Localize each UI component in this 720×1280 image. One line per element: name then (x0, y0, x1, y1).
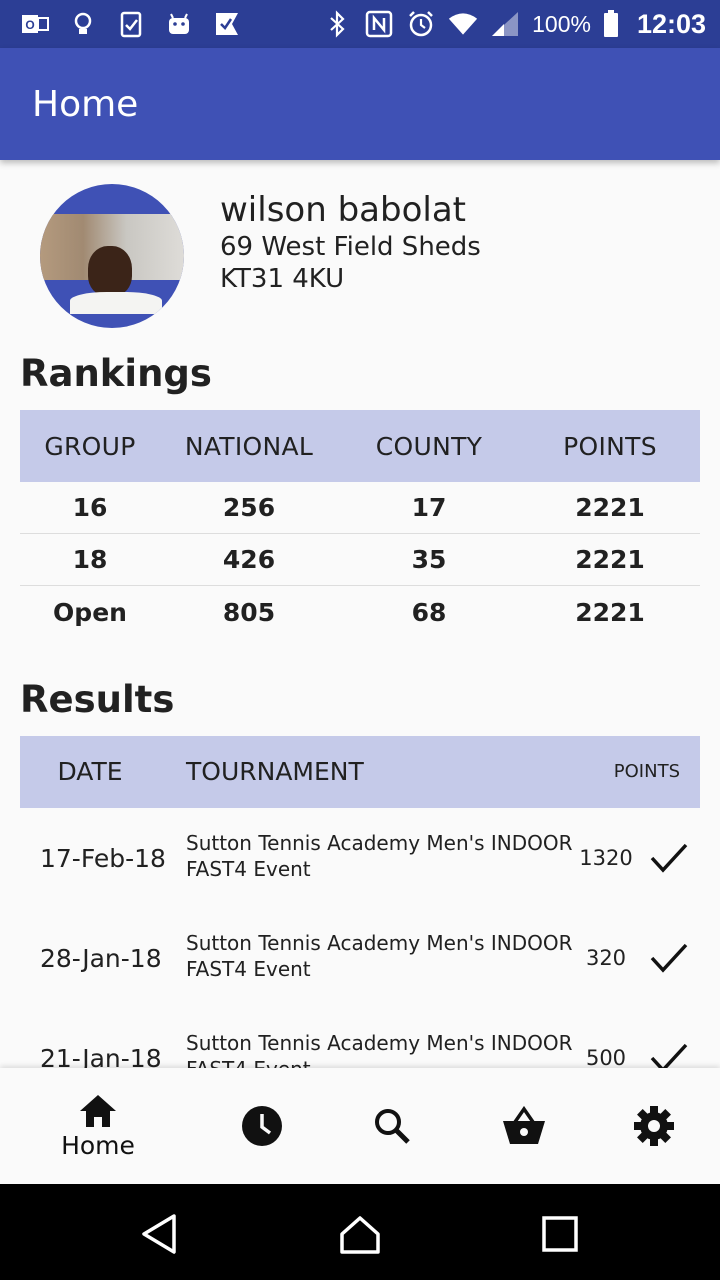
outlook-icon: O (20, 9, 50, 39)
rankings-header-national: NATIONAL (184, 431, 314, 461)
recents-icon[interactable] (538, 1212, 582, 1256)
battery-icon (603, 9, 619, 39)
table-row: 18 426 35 2221 (20, 534, 700, 586)
results-header-row: DATE TOURNAMENT POINTS (20, 736, 700, 808)
rankings-title: Rankings (20, 352, 212, 395)
nav-settings[interactable] (624, 1068, 684, 1184)
rankings-cell-county: 35 (411, 545, 447, 574)
flag-check-icon (212, 9, 242, 39)
rankings-cell-group: Open (53, 597, 127, 627)
results-header-date: DATE (57, 757, 123, 786)
results-header-points: POINTS (613, 761, 680, 782)
list-item[interactable]: 28-Jan-18 Sutton Tennis Academy Men's IN… (0, 908, 720, 1008)
rankings-cell-group: 16 (72, 493, 108, 522)
result-date: 28-Jan-18 (40, 944, 162, 973)
list-item[interactable]: 21-Jan-18 Sutton Tennis Academy Men's IN… (0, 1008, 720, 1068)
rankings-cell-national: 805 (222, 597, 276, 627)
profile-name: wilson babolat (220, 190, 466, 230)
check-icon (650, 943, 688, 973)
nav-search[interactable] (362, 1068, 422, 1184)
rankings-header-points: POINTS (563, 431, 657, 461)
nav-history[interactable] (232, 1068, 292, 1184)
rankings-cell-points: 2221 (575, 545, 645, 574)
result-date: 21-Jan-18 (40, 1044, 162, 1068)
result-points: 1320 (579, 846, 633, 870)
results-title: Results (20, 678, 175, 721)
clock-icon (242, 1106, 282, 1146)
avatar[interactable] (40, 184, 184, 328)
avatar-head (88, 246, 132, 296)
alarm-icon (406, 9, 436, 39)
back-icon[interactable] (138, 1212, 182, 1256)
page-title: Home (32, 83, 139, 125)
result-points: 500 (585, 1046, 627, 1068)
rankings-cell-group: 18 (72, 545, 108, 574)
rankings-cell-points: 2221 (575, 493, 645, 522)
system-nav-bar (0, 1184, 720, 1280)
clipboard-check-icon (116, 9, 146, 39)
result-tournament: Sutton Tennis Academy Men's INDOOR FAST4… (186, 831, 573, 881)
cell-signal-icon (490, 9, 520, 39)
bluetooth-icon (322, 9, 352, 39)
search-icon (375, 1109, 410, 1144)
lightbulb-icon (68, 9, 98, 39)
list-item[interactable]: 17-Feb-18 Sutton Tennis Academy Men's IN… (0, 808, 720, 908)
table-row: 16 256 17 2221 (20, 482, 700, 534)
results-header-tournament: TOURNAMENT (186, 757, 364, 786)
avatar-photo (40, 214, 184, 314)
profile-address-line2: KT31 4KU (220, 264, 345, 294)
rankings-table: GROUP NATIONAL COUNTY POINTS 16 256 17 2… (20, 410, 700, 638)
nfc-icon (364, 9, 394, 39)
result-date: 17-Feb-18 (40, 844, 166, 873)
check-icon (650, 1043, 688, 1068)
bottom-nav: Home (0, 1068, 720, 1184)
android-icon (164, 9, 194, 39)
rankings-header-county: COUNTY (375, 431, 483, 461)
rankings-cell-county: 68 (411, 597, 447, 627)
nav-home[interactable]: Home (48, 1068, 148, 1184)
rankings-header-group: GROUP (44, 431, 136, 461)
results-list[interactable]: 17-Feb-18 Sutton Tennis Academy Men's IN… (0, 808, 720, 1068)
nav-home-label: Home (61, 1130, 135, 1160)
avatar-shirt (70, 292, 162, 314)
svg-text:O: O (25, 18, 34, 32)
clock-time: 12:03 (636, 8, 706, 39)
basket-icon (503, 1106, 545, 1144)
status-bar: O 100% 12:03 (0, 0, 720, 48)
wifi-icon (448, 9, 478, 39)
rankings-header-row: GROUP NATIONAL COUNTY POINTS (20, 410, 700, 482)
home-circle-icon[interactable] (338, 1212, 382, 1256)
result-tournament: Sutton Tennis Academy Men's INDOOR FAST4… (186, 1031, 573, 1068)
gear-icon (634, 1106, 674, 1146)
rankings-cell-county: 17 (411, 493, 447, 522)
home-icon (80, 1094, 116, 1127)
battery-percent: 100% (532, 10, 591, 37)
profile-address-line1: 69 West Field Sheds (220, 232, 481, 262)
nav-basket[interactable] (494, 1068, 554, 1184)
rankings-cell-points: 2221 (575, 597, 645, 627)
rankings-cell-national: 256 (222, 493, 276, 522)
result-tournament: Sutton Tennis Academy Men's INDOOR FAST4… (186, 931, 573, 981)
result-points: 320 (585, 946, 627, 970)
app-bar: Home (0, 48, 720, 160)
rankings-cell-national: 426 (222, 545, 276, 574)
table-row: Open 805 68 2221 (20, 586, 700, 638)
check-icon (650, 843, 688, 873)
